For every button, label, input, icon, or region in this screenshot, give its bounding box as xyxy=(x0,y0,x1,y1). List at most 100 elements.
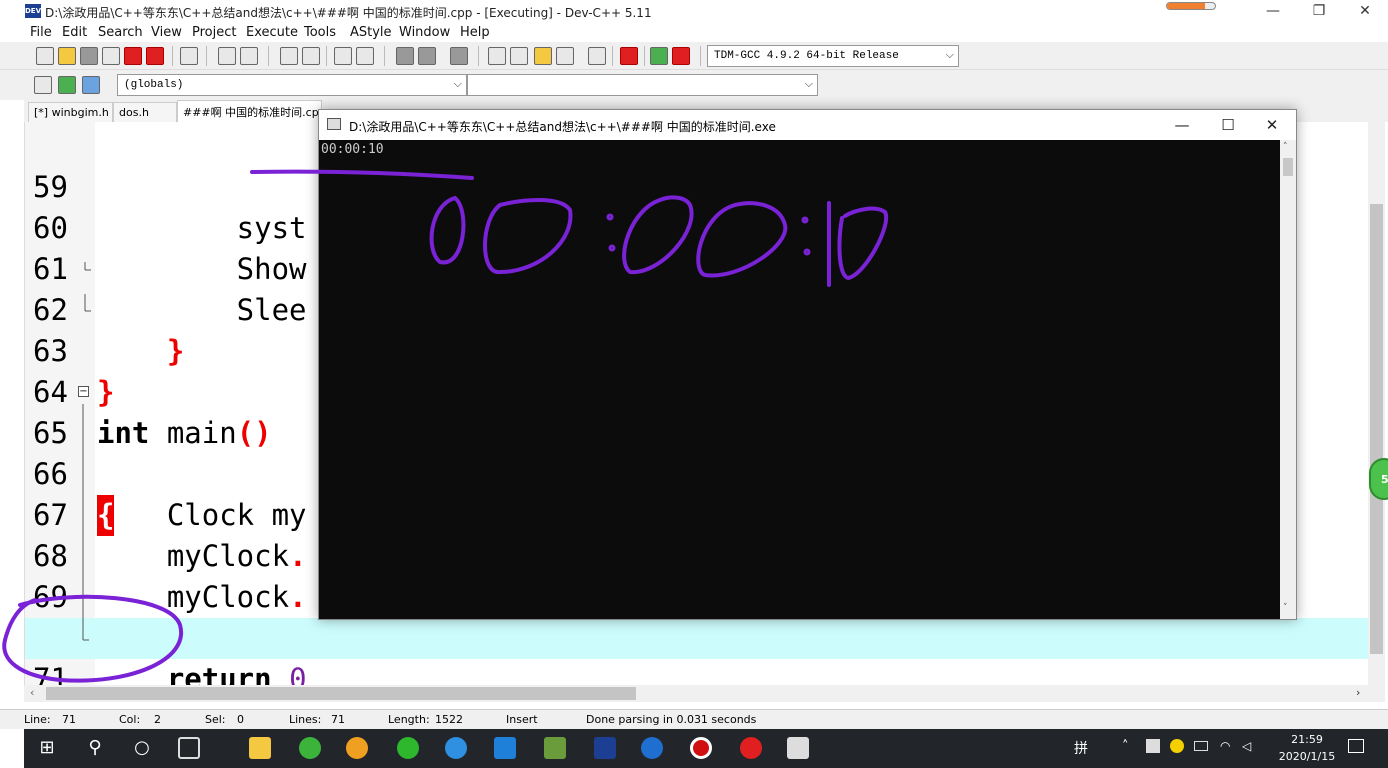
tab-winbgim[interactable]: [*] winbgim.h xyxy=(28,102,113,122)
code-text: return 0 xyxy=(97,659,307,688)
console-maximize-button[interactable]: ☐ xyxy=(1205,112,1251,138)
menu-window[interactable]: Window xyxy=(399,25,450,40)
console-task-icon[interactable] xyxy=(787,737,809,759)
horizontal-scroll-thumb[interactable] xyxy=(46,687,636,700)
new-file-icon[interactable] xyxy=(36,47,54,65)
close-file-icon[interactable] xyxy=(124,47,142,65)
wechat-icon[interactable] xyxy=(397,737,419,759)
goto-icon[interactable] xyxy=(58,76,76,94)
vertical-scrollbar[interactable] xyxy=(1368,122,1385,702)
open-file-icon[interactable] xyxy=(58,47,76,65)
toolbar-separator xyxy=(384,46,385,66)
replace-icon[interactable] xyxy=(302,47,320,65)
toolbar-separator xyxy=(644,46,645,66)
menu-help[interactable]: Help xyxy=(460,25,490,40)
unindent-icon[interactable] xyxy=(356,47,374,65)
run-icon[interactable] xyxy=(510,47,528,65)
console-scroll-thumb[interactable] xyxy=(1283,158,1293,176)
file-explorer-icon[interactable] xyxy=(249,737,271,759)
toggle-comment-icon[interactable] xyxy=(396,47,414,65)
menu-edit[interactable]: Edit xyxy=(62,25,87,40)
edge-icon[interactable] xyxy=(445,737,467,759)
volume-icon[interactable]: ◁ xyxy=(1242,739,1251,753)
scroll-down-icon[interactable]: ˅ xyxy=(1283,603,1288,613)
tray-app-icon[interactable] xyxy=(1146,739,1160,753)
cortana-icon[interactable]: ○ xyxy=(131,737,153,759)
tab-dos[interactable]: dos.h xyxy=(113,102,177,122)
syntax-check-icon[interactable] xyxy=(588,47,606,65)
browser-icon[interactable] xyxy=(299,737,321,759)
compiler-select[interactable]: TDM-GCC 4.9.2 64-bit Release ⌵ xyxy=(707,45,959,67)
status-length-label: Length: xyxy=(388,713,430,726)
uncomment-icon[interactable] xyxy=(418,47,436,65)
bookmark-toggle-icon[interactable] xyxy=(82,76,100,94)
class-toolbar: (globals) ⌵ ⌵ xyxy=(0,70,1388,100)
current-line[interactable]: 71 } xyxy=(25,618,1369,688)
battery-icon[interactable] xyxy=(1194,741,1208,751)
minimize-button[interactable]: — xyxy=(1250,0,1296,22)
scroll-right-icon[interactable]: › xyxy=(1356,686,1360,699)
close-button[interactable]: ✕ xyxy=(1342,0,1388,22)
tray-chevron-up-icon[interactable]: ˄ xyxy=(1122,739,1129,754)
console-vertical-scrollbar[interactable]: ˄ ˅ xyxy=(1280,140,1296,619)
minecraft-icon[interactable] xyxy=(544,737,566,759)
blue-app-icon[interactable] xyxy=(641,737,663,759)
save-all-icon[interactable] xyxy=(102,47,120,65)
menu-project[interactable]: Project xyxy=(192,25,236,40)
stop-execution-icon[interactable] xyxy=(620,47,638,65)
start-button-icon[interactable]: ⊞ xyxy=(36,737,58,759)
toolbox-icon[interactable] xyxy=(494,737,516,759)
status-line-value: 71 xyxy=(62,713,76,726)
clock-time[interactable]: 21:59 xyxy=(1282,733,1332,746)
scroll-up-icon[interactable]: ˄ xyxy=(1283,142,1288,152)
console-window[interactable]: D:\涂政用品\C++等东东\C++总结and想法\c++\###啊 中国的标准… xyxy=(318,109,1297,620)
restore-button[interactable]: ❐ xyxy=(1296,0,1342,22)
save-icon[interactable] xyxy=(80,47,98,65)
console-close-button[interactable]: ✕ xyxy=(1249,112,1295,138)
floating-badge[interactable]: 55 xyxy=(1369,458,1388,500)
menu-tools[interactable]: Tools xyxy=(304,25,336,40)
search-icon[interactable]: ⚲ xyxy=(84,737,106,759)
fold-lines xyxy=(82,262,91,641)
tab-main-cpp[interactable]: ###啊 中国的标准时间.cpp xyxy=(177,100,322,122)
find-icon[interactable] xyxy=(280,47,298,65)
wifi-icon[interactable]: ◠ xyxy=(1220,739,1230,753)
profile-icon[interactable] xyxy=(650,47,668,65)
menu-execute[interactable]: Execute xyxy=(246,25,298,40)
devcpp-task-icon[interactable] xyxy=(594,737,616,759)
horizontal-scrollbar[interactable]: ‹ › xyxy=(24,685,1369,702)
bookmark-icon[interactable] xyxy=(450,47,468,65)
qq-icon[interactable] xyxy=(346,737,368,759)
menu-astyle[interactable]: AStyle xyxy=(350,25,392,40)
menu-file[interactable]: File xyxy=(30,25,52,40)
function-select[interactable]: ⌵ xyxy=(467,74,818,96)
menu-view[interactable]: View xyxy=(151,25,182,40)
console-minimize-button[interactable]: — xyxy=(1159,112,1205,138)
clock-date[interactable]: 2020/1/15 xyxy=(1268,750,1346,763)
tray-add-icon[interactable] xyxy=(1170,739,1184,753)
close-all-icon[interactable] xyxy=(146,47,164,65)
menu-search[interactable]: Search xyxy=(98,25,143,40)
rebuild-icon[interactable] xyxy=(556,47,574,65)
console-title-bar[interactable]: D:\涂政用品\C++等东东\C++总结and想法\c++\###啊 中国的标准… xyxy=(319,110,1296,140)
chevron-down-icon: ⌵ xyxy=(453,77,462,90)
undo-icon[interactable] xyxy=(218,47,236,65)
task-view-icon[interactable] xyxy=(178,737,200,759)
print-icon[interactable] xyxy=(180,47,198,65)
indent-icon[interactable] xyxy=(334,47,352,65)
insert-icon[interactable] xyxy=(34,76,52,94)
ime-indicator[interactable]: 拼 xyxy=(1074,738,1088,758)
console-app-icon xyxy=(327,118,341,130)
vertical-scroll-thumb[interactable] xyxy=(1370,204,1383,654)
flash-icon[interactable] xyxy=(740,737,762,759)
redo-icon[interactable] xyxy=(240,47,258,65)
record-icon[interactable] xyxy=(690,737,712,759)
compile-icon[interactable] xyxy=(488,47,506,65)
delete-profile-icon[interactable] xyxy=(672,47,690,65)
notification-icon[interactable] xyxy=(1348,739,1364,753)
scope-select[interactable]: (globals) ⌵ xyxy=(117,74,467,96)
compile-run-icon[interactable] xyxy=(534,47,552,65)
scroll-left-icon[interactable]: ‹ xyxy=(30,686,34,699)
console-output-area[interactable]: 00:00:10 xyxy=(319,140,1280,619)
status-bar: Line: 71 Col: 2 Sel: 0 Lines: 71 Length:… xyxy=(0,709,1388,729)
